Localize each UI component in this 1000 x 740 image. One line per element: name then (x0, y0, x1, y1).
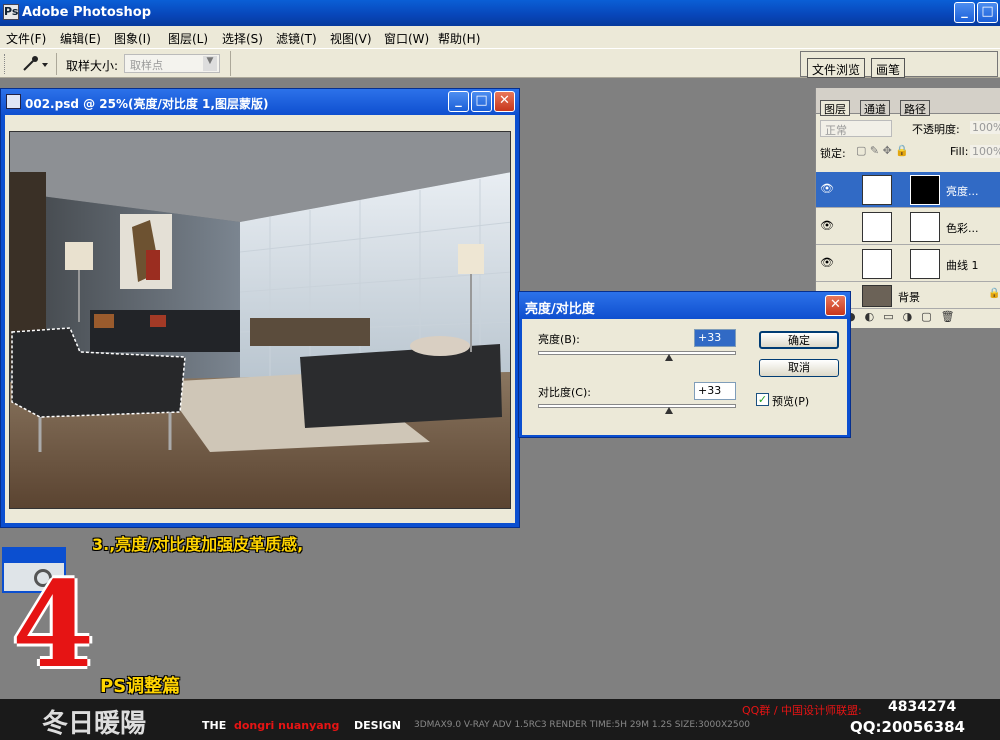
fill-field[interactable]: 100% (970, 145, 1000, 158)
tab-layers[interactable]: 图层 (820, 100, 850, 116)
layer-name: 亮度... (946, 185, 979, 198)
design-suffix: DESIGN (354, 719, 401, 732)
layer-mask-thumbnail[interactable] (910, 249, 940, 279)
tab-channels[interactable]: 通道 (860, 100, 890, 116)
render-specs: 3DMAX9.0 V-RAY ADV 1.5RC3 RENDER TIME:5H… (414, 720, 751, 730)
adjustment-thumbnail (862, 175, 892, 205)
layer-row-brightness[interactable]: 👁 亮度... (816, 172, 1000, 208)
brightness-label: 亮度(B): (538, 333, 580, 346)
footer-banner: 冬日暖陽 THE dongri nuanyang DESIGN 3DMAX9.0… (0, 699, 1000, 740)
layer-mask-thumbnail[interactable] (910, 212, 940, 242)
design-name: dongri nuanyang (234, 719, 340, 732)
maximize-button[interactable]: □ (977, 2, 998, 23)
tab-paths[interactable]: 路径 (900, 100, 930, 116)
app-titlebar: Ps Adobe Photoshop _ □ (0, 0, 1000, 26)
brightness-slider[interactable] (538, 351, 736, 355)
document-titlebar[interactable]: 002.psd @ 25%(亮度/对比度 1,图层蒙版) _ □ ✕ (1, 89, 519, 115)
minimize-button[interactable]: _ (954, 2, 975, 23)
document-title: 002.psd @ 25%(亮度/对比度 1,图层蒙版) (25, 97, 269, 111)
options-bar: 取样大小: 取样点 ▼ 文件浏览 画笔 (0, 48, 1000, 78)
document-body (5, 115, 515, 523)
blend-mode-value: 正常 (825, 124, 847, 137)
interior-render-image (10, 132, 510, 508)
contrast-input[interactable]: +33 (694, 382, 736, 400)
sample-size-select[interactable]: 取样点 ▼ (124, 54, 220, 73)
menu-filter[interactable]: 滤镜(T) (276, 30, 317, 47)
photoshop-app-icon: Ps (3, 4, 19, 20)
layer-mask-thumbnail[interactable] (910, 175, 940, 205)
dialog-title: 亮度/对比度 (525, 302, 595, 317)
adjustment-thumbnail (862, 212, 892, 242)
dialog-titlebar[interactable]: 亮度/对比度 ✕ (519, 292, 850, 319)
doc-close-button[interactable]: ✕ (494, 91, 515, 112)
cancel-button[interactable]: 取消 (759, 359, 839, 377)
sample-size-label: 取样大小: (66, 59, 119, 73)
brightness-slider-handle[interactable] (665, 354, 673, 361)
contrast-slider[interactable] (538, 404, 736, 408)
document-canvas[interactable] (9, 131, 511, 509)
menu-window[interactable]: 窗口(W) (384, 30, 429, 47)
preview-label: 预览(P) (772, 395, 810, 408)
layer-name: 色彩... (946, 222, 979, 235)
toolbar-grip[interactable] (4, 54, 7, 74)
layer-name: 背景 (898, 291, 920, 304)
menu-file[interactable]: 文件(F) (6, 30, 46, 47)
qq-contact: QQ:20056384 (850, 718, 965, 736)
step-number: 4 (12, 555, 95, 694)
menu-layer[interactable]: 图层(L) (168, 30, 208, 47)
document-window: 002.psd @ 25%(亮度/对比度 1,图层蒙版) _ □ ✕ (0, 88, 520, 528)
tab-file-browser[interactable]: 文件浏览 (807, 58, 866, 78)
brightness-contrast-dialog: 亮度/对比度 ✕ 亮度(B): +33 对比度(C): +33 确定 取消 ✓ … (518, 291, 851, 438)
menu-view[interactable]: 视图(V) (330, 30, 372, 47)
design-prefix: THE (202, 719, 227, 732)
blend-mode-select[interactable]: 正常 (820, 120, 892, 137)
menu-bar: 文件(F) 编辑(E) 图象(I) 图层(L) 选择(S) 滤镜(T) 视图(V… (0, 26, 1000, 48)
tab-brushes[interactable]: 画笔 (871, 58, 906, 78)
menu-help[interactable]: 帮助(H) (438, 30, 480, 47)
curves-thumbnail (862, 249, 892, 279)
doc-minimize-button[interactable]: _ (448, 91, 469, 112)
ok-button[interactable]: 确定 (759, 331, 839, 349)
layer-name: 曲线 1 (946, 259, 979, 272)
contrast-slider-handle[interactable] (665, 407, 673, 414)
opacity-field[interactable]: 100% (970, 121, 1000, 134)
layer-row-color[interactable]: 👁 色彩... (816, 209, 1000, 245)
lock-icon: 🔒 (988, 288, 1000, 299)
menu-select[interactable]: 选择(S) (222, 30, 263, 47)
qq-group-value: 4834274 (888, 699, 957, 715)
eye-icon[interactable]: 👁 (820, 219, 834, 233)
dialog-body: 亮度(B): +33 对比度(C): +33 确定 取消 ✓ 预览(P) (522, 319, 847, 435)
eye-icon[interactable]: 👁 (820, 256, 834, 270)
tutorial-subtitle: PS调整篇 (100, 676, 181, 697)
document-icon (6, 94, 21, 109)
lock-icons[interactable]: ▢ ✎ ✥ 🔒 (856, 144, 909, 157)
doc-maximize-button[interactable]: □ (471, 91, 492, 112)
palette-well: 文件浏览 画笔 (800, 51, 998, 78)
preview-checkbox[interactable]: ✓ (756, 393, 769, 406)
layer-row-curves[interactable]: 👁 曲线 1 (816, 246, 1000, 282)
opacity-label: 不透明度: (912, 123, 960, 136)
layers-panel-footer-icons[interactable]: ●◐▭◑▢🗑 (846, 310, 1000, 328)
footer-logo: 冬日暖陽 (42, 709, 147, 739)
app-title: Adobe Photoshop (22, 5, 152, 20)
lock-label: 锁定: (820, 147, 846, 160)
chevron-down-icon: ▼ (203, 56, 217, 71)
dialog-close-button[interactable]: ✕ (825, 295, 846, 316)
step-caption: 3.,亮度/对比度加强皮革质感, (92, 535, 304, 554)
background-thumbnail (862, 285, 892, 307)
fill-label: Fill: (950, 145, 969, 158)
menu-image[interactable]: 图象(I) (114, 30, 151, 47)
brightness-input[interactable]: +33 (694, 329, 736, 347)
eyedropper-icon[interactable] (20, 55, 50, 73)
menu-edit[interactable]: 编辑(E) (60, 30, 101, 47)
qq-group-label: QQ群 / 中国设计师联盟: (742, 704, 862, 717)
sample-size-value: 取样点 (130, 59, 163, 72)
contrast-label: 对比度(C): (538, 386, 591, 399)
eye-icon[interactable]: 👁 (820, 182, 834, 196)
